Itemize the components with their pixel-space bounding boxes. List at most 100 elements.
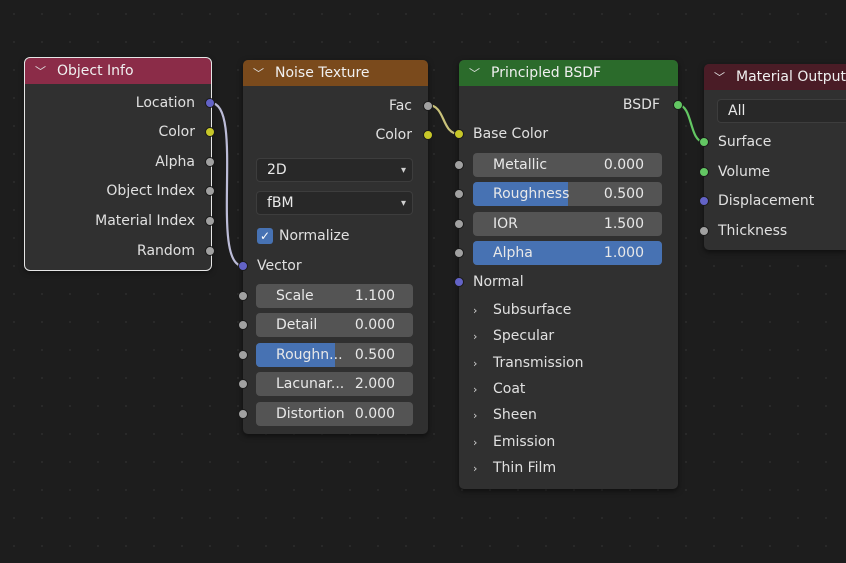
field-value: 1.000 <box>603 245 644 261</box>
field-value: 0.500 <box>603 186 644 202</box>
target-dropdown[interactable]: All <box>717 99 846 123</box>
field-label: Alpha <box>493 245 533 261</box>
panel-sheen[interactable]: › Sheen <box>473 405 537 425</box>
output-location: Location <box>135 95 195 111</box>
node-title: Object Info <box>57 63 134 79</box>
chevron-right-icon: › <box>473 436 478 449</box>
object-info-node[interactable]: ﹀ Object Info Location Color Alpha Objec… <box>24 57 215 271</box>
roughness-slider[interactable]: Roughn... 0.500 <box>256 343 413 367</box>
chevron-down-icon: ▾ <box>400 164 406 176</box>
link-bsdf-surface <box>677 103 705 144</box>
principled-bsdf-header[interactable]: ﹀ Principled BSDF <box>459 60 678 86</box>
input-normal: Normal <box>473 274 524 290</box>
type-value: fBM <box>267 195 294 211</box>
field-label: Scale <box>276 288 314 304</box>
socket-distortion[interactable] <box>238 409 248 419</box>
field-value: 1.100 <box>354 288 395 304</box>
dimensions-value: 2D <box>267 162 287 178</box>
noise-texture-node[interactable]: ﹀ Noise Texture Fac Color 2D ▾ fBM ▾ ✓ N… <box>238 60 433 434</box>
socket-normal[interactable] <box>454 277 464 287</box>
field-value: 1.500 <box>603 216 644 232</box>
output-alpha: Alpha <box>155 154 195 170</box>
panel-label: Specular <box>493 328 555 344</box>
socket-random[interactable] <box>205 246 215 256</box>
noise-texture-header[interactable]: ﹀ Noise Texture <box>243 60 428 86</box>
socket-color[interactable] <box>423 130 433 140</box>
socket-lacunarity[interactable] <box>238 379 248 389</box>
socket-detail[interactable] <box>238 320 248 330</box>
input-volume: Volume <box>718 164 771 180</box>
socket-surface[interactable] <box>699 137 709 147</box>
output-color: Color <box>375 127 412 143</box>
panel-thin-film[interactable]: › Thin Film <box>473 458 556 478</box>
normalize-checkbox[interactable]: ✓ <box>257 228 273 244</box>
socket-material-index[interactable] <box>205 216 215 226</box>
field-value: 0.000 <box>354 406 395 422</box>
chevron-right-icon: › <box>473 330 478 343</box>
panel-coat[interactable]: › Coat <box>473 379 525 399</box>
material-output-header[interactable]: ﹀ Material Output <box>704 64 846 90</box>
node-title: Principled BSDF <box>491 65 602 81</box>
material-output-node[interactable]: ﹀ Material Output All Surface Volume Dis… <box>699 64 846 250</box>
distortion-field[interactable]: Distortion 0.000 <box>256 402 413 426</box>
socket-bsdf[interactable] <box>673 100 683 110</box>
scale-field[interactable]: Scale 1.100 <box>256 284 413 308</box>
metallic-field[interactable]: Metallic 0.000 <box>473 153 662 177</box>
field-label: Metallic <box>493 157 548 173</box>
socket-metallic[interactable] <box>454 160 464 170</box>
chevron-down-icon[interactable]: ﹀ <box>253 65 269 81</box>
panel-label: Thin Film <box>493 460 557 476</box>
socket-ior[interactable] <box>454 219 464 229</box>
chevron-right-icon: › <box>473 409 478 422</box>
object-info-header[interactable]: ﹀ Object Info <box>25 58 211 84</box>
field-label: IOR <box>493 216 518 232</box>
lacunarity-field[interactable]: Lacunar... 2.000 <box>256 372 413 396</box>
field-label: Distortion <box>276 406 345 422</box>
socket-thickness[interactable] <box>699 226 709 236</box>
output-fac: Fac <box>388 98 412 114</box>
panel-label: Coat <box>493 381 526 397</box>
socket-alpha[interactable] <box>454 248 464 258</box>
chevron-down-icon[interactable]: ﹀ <box>35 63 51 79</box>
socket-roughness[interactable] <box>238 350 248 360</box>
panel-transmission[interactable]: › Transmission <box>473 353 583 373</box>
input-displacement: Displacement <box>718 193 815 209</box>
chevron-right-icon: › <box>473 383 478 396</box>
ior-field[interactable]: IOR 1.500 <box>473 212 662 236</box>
socket-scale[interactable] <box>238 291 248 301</box>
detail-field[interactable]: Detail 0.000 <box>256 313 413 337</box>
chevron-down-icon[interactable]: ﹀ <box>469 65 485 81</box>
field-label: Detail <box>276 317 318 333</box>
target-value: All <box>728 103 746 119</box>
principled-bsdf-node[interactable]: ﹀ Principled BSDF BSDF Base Color Metall… <box>454 60 683 489</box>
field-label: Roughn... <box>276 347 343 363</box>
chevron-down-icon: ▾ <box>400 197 406 209</box>
chevron-right-icon: › <box>473 304 478 317</box>
socket-base-color[interactable] <box>454 129 464 139</box>
panel-subsurface[interactable]: › Subsurface <box>473 300 571 320</box>
alpha-slider[interactable]: Alpha 1.000 <box>473 241 662 265</box>
socket-location[interactable] <box>205 98 215 108</box>
socket-color[interactable] <box>205 127 215 137</box>
socket-vector[interactable] <box>238 261 248 271</box>
socket-displacement[interactable] <box>699 196 709 206</box>
panel-label: Subsurface <box>493 302 572 318</box>
input-surface: Surface <box>718 134 772 150</box>
roughness-slider[interactable]: Roughness 0.500 <box>473 182 662 206</box>
socket-fac[interactable] <box>423 101 433 111</box>
chevron-down-icon[interactable]: ﹀ <box>714 69 730 85</box>
socket-volume[interactable] <box>699 167 709 177</box>
type-dropdown[interactable]: fBM ▾ <box>256 191 413 215</box>
dimensions-dropdown[interactable]: 2D ▾ <box>256 158 413 182</box>
output-bsdf: BSDF <box>622 97 660 113</box>
normalize-label: Normalize <box>279 228 350 244</box>
socket-roughness[interactable] <box>454 189 464 199</box>
field-label: Lacunar... <box>276 376 345 392</box>
panel-emission[interactable]: › Emission <box>473 432 555 452</box>
panel-label: Sheen <box>493 407 537 423</box>
socket-alpha[interactable] <box>205 157 215 167</box>
panel-specular[interactable]: › Specular <box>473 326 554 346</box>
socket-object-index[interactable] <box>205 186 215 196</box>
field-value: 0.000 <box>354 317 395 333</box>
output-color: Color <box>158 124 195 140</box>
